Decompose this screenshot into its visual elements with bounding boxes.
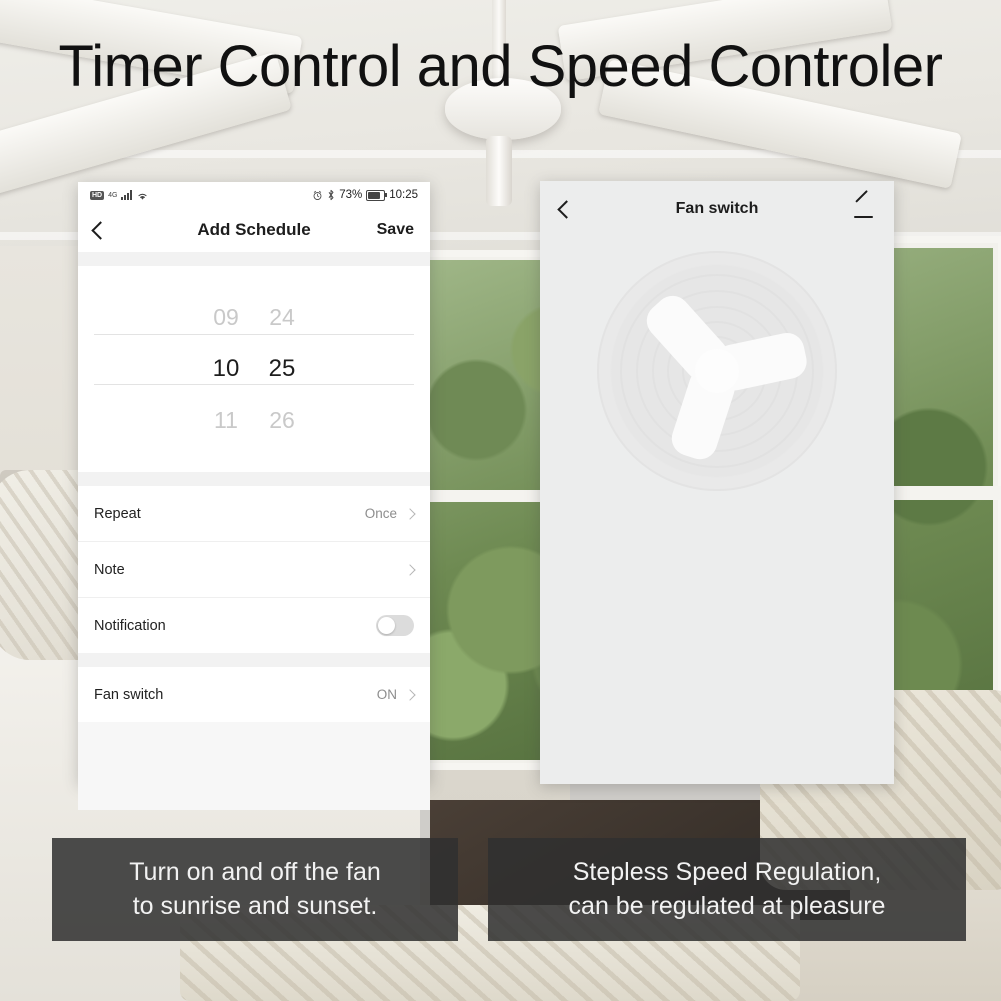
status-bar-right: 73% 10:25 xyxy=(312,189,418,201)
divider xyxy=(78,252,430,266)
row-label: Note xyxy=(94,561,125,578)
bluetooth-icon xyxy=(328,189,334,201)
row-label: Repeat xyxy=(94,505,141,522)
settings-list-primary: Repeat Once Note Notification xyxy=(78,486,430,653)
caption-line: Stepless Speed Regulation, xyxy=(572,857,882,886)
picker-selection-line xyxy=(94,384,414,385)
minute-selected: 25 xyxy=(268,355,296,382)
row-label: Notification xyxy=(94,617,166,634)
row-note[interactable]: Note xyxy=(78,542,430,598)
status-bar: HD 4G 73% 10:25 xyxy=(78,182,430,208)
caption-left: Turn on and off the fan to sunrise and s… xyxy=(52,838,458,941)
fan-hub xyxy=(695,349,739,393)
minute-next: 26 xyxy=(269,407,295,433)
row-label: Fan switch xyxy=(94,686,164,703)
row-repeat[interactable]: Repeat Once xyxy=(78,486,430,542)
row-value: ON xyxy=(376,687,397,702)
caption-line: to sunrise and sunset. xyxy=(132,891,378,920)
status-bar-left: HD 4G xyxy=(90,190,149,201)
ceiling-fan-downlight xyxy=(486,136,512,206)
fan-disc xyxy=(597,251,837,491)
time-picker[interactable]: 09 24 10 25 11 26 xyxy=(78,266,430,472)
settings-list-secondary: Fan switch ON xyxy=(78,667,430,722)
divider xyxy=(78,653,430,667)
caption-line: can be regulated at pleasure xyxy=(568,891,886,920)
notification-toggle[interactable] xyxy=(376,615,414,636)
wifi-icon xyxy=(138,193,148,200)
signal-bars-icon xyxy=(121,190,133,200)
page-title: Timer Control and Speed Controler xyxy=(58,34,943,99)
pencil-icon[interactable] xyxy=(854,190,874,219)
caption-right: Stepless Speed Regulation, can be regula… xyxy=(488,838,966,941)
ceiling-fan-illustration xyxy=(540,237,894,537)
hour-previous: 09 xyxy=(213,304,239,330)
chevron-left-icon[interactable] xyxy=(91,220,110,240)
save-button[interactable]: Save xyxy=(377,221,414,239)
hd-icon: HD xyxy=(90,190,105,200)
row-value: Once xyxy=(364,506,397,521)
time-picker-previous[interactable]: 09 24 xyxy=(78,304,430,331)
time-picker-selected[interactable]: 10 25 xyxy=(78,355,430,383)
phone-screenshot-right: Fan switch xyxy=(540,181,894,784)
chevron-right-icon xyxy=(404,507,416,520)
nav-bar: Add Schedule Save xyxy=(78,208,430,252)
nav-title: Fan switch xyxy=(675,200,759,217)
alarm-clock-icon xyxy=(313,190,322,200)
hour-next: 11 xyxy=(214,407,238,433)
row-fan-switch[interactable]: Fan switch ON xyxy=(78,667,430,722)
caption-line: Turn on and off the fan xyxy=(129,857,381,886)
network-type-label: 4G xyxy=(108,191,118,199)
picker-selection-line xyxy=(94,334,414,335)
status-bar-clock: 10:25 xyxy=(389,189,418,201)
divider xyxy=(78,472,430,486)
time-picker-next[interactable]: 11 26 xyxy=(78,407,430,434)
nav-bar: Fan switch xyxy=(540,181,894,237)
minute-previous: 24 xyxy=(269,304,295,330)
chevron-right-icon xyxy=(404,563,416,576)
row-notification[interactable]: Notification xyxy=(78,598,430,653)
battery-percent-label: 73% xyxy=(339,189,363,201)
hour-selected: 10 xyxy=(212,355,240,382)
battery-icon xyxy=(366,189,388,201)
list-footer-space xyxy=(78,722,430,810)
chevron-right-icon xyxy=(404,688,416,701)
phone-screenshot-left: HD 4G 73% 10:25 Add Schedule Save 09 24 … xyxy=(78,182,430,810)
